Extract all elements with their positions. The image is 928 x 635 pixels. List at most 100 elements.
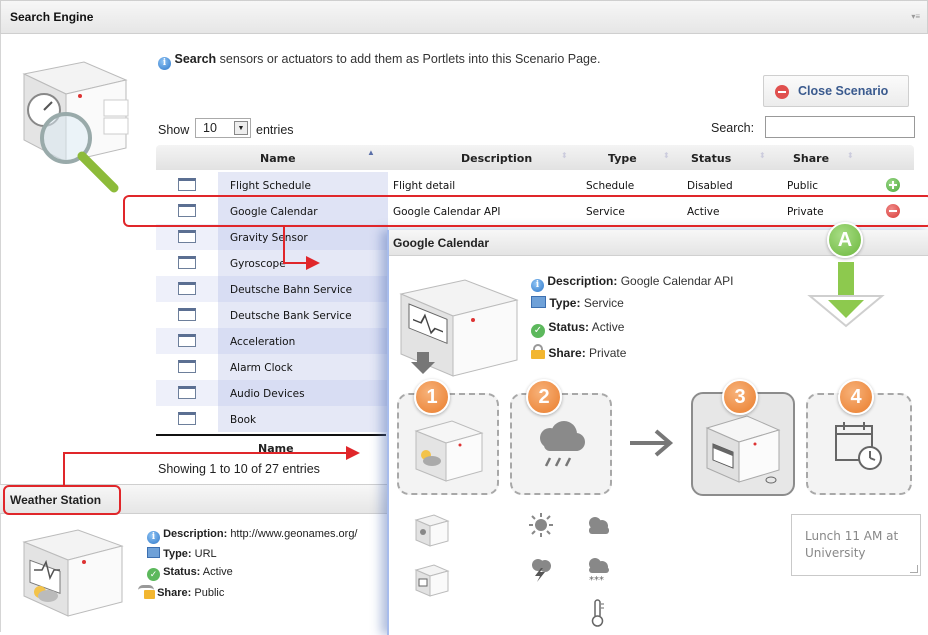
table-row[interactable]: Alarm Clock [156, 354, 388, 380]
detail-description: i Description: Google Calendar API [531, 274, 733, 292]
row-checkbox[interactable] [178, 386, 196, 399]
note-text: Lunch 11 AM at University [805, 529, 899, 560]
type-icon [147, 547, 160, 558]
connector-line [63, 452, 348, 454]
note-textarea[interactable]: Lunch 11 AM at University [791, 514, 921, 576]
ws-status-value: Active [202, 566, 233, 578]
ws-share-label: Share: [157, 587, 192, 599]
column-header-name[interactable]: Name [260, 152, 296, 165]
add-icon[interactable] [886, 178, 900, 192]
row-checkbox[interactable] [178, 256, 196, 269]
arrow-right-icon [306, 256, 320, 270]
table-footer-border [156, 434, 386, 436]
row-status: Disabled [687, 180, 733, 192]
row-checkbox[interactable] [178, 282, 196, 295]
detail-description-label: Description: [547, 274, 618, 288]
row-name: Book [230, 414, 257, 426]
connector-line [283, 226, 285, 264]
row-name: Alarm Clock [230, 362, 293, 374]
selected-row-highlight [123, 195, 928, 227]
info-icon: i [147, 531, 160, 544]
info-icon: i [531, 279, 544, 292]
badge-2: 2 [526, 379, 562, 415]
ws-share: Share: Public [138, 585, 224, 599]
column-header-description[interactable]: Description [461, 152, 532, 165]
arrow-right-icon [630, 429, 674, 457]
row-checkbox[interactable] [178, 178, 196, 191]
close-scenario-button[interactable]: Close Scenario [763, 75, 909, 107]
detail-share: Share: Private [531, 344, 626, 360]
ws-status: ✓ Status: Active [147, 566, 233, 581]
info-icon: i [158, 57, 171, 70]
check-icon: ✓ [531, 324, 545, 338]
table-header: Name ▲ Description ⬍ Type ⬍ Status ⬍ Sha… [156, 145, 914, 170]
badge-4: 4 [838, 379, 874, 415]
sun-icon [529, 513, 553, 537]
entries-select[interactable]: 10 ▼ [195, 118, 251, 138]
column-header-status[interactable]: Status [691, 152, 731, 165]
row-checkbox[interactable] [178, 308, 196, 321]
resize-grip-icon[interactable] [910, 565, 918, 573]
divider [0, 34, 1, 632]
entries-label: entries [256, 123, 294, 137]
column-header-share[interactable]: Share [793, 152, 829, 165]
sort-asc-icon[interactable]: ▲ [367, 148, 375, 157]
speaker-cube-icon [414, 514, 450, 547]
panel-title: Search Engine [10, 10, 94, 24]
intro-rest: sensors or actuators to add them as Port… [216, 52, 601, 66]
row-checkbox[interactable] [178, 334, 196, 347]
ws-share-value: Public [194, 587, 225, 599]
row-name: Acceleration [230, 336, 296, 348]
ws-status-label: Status: [163, 566, 201, 578]
sort-icon[interactable]: ⬍ [759, 151, 766, 160]
panel-menu-icon[interactable]: ▾≡ [911, 12, 920, 21]
ws-description: i Description: http://www.geonames.org/ [147, 528, 358, 544]
close-scenario-label: Close Scenario [798, 84, 889, 98]
ws-description-value: http://www.geonames.org/ [230, 528, 358, 540]
detail-status-label: Status: [548, 320, 590, 334]
row-checkbox[interactable] [178, 360, 196, 373]
table-row[interactable]: Gyroscope [156, 250, 388, 276]
show-label: Show [158, 123, 190, 137]
table-info: Showing 1 to 10 of 27 entries [158, 462, 320, 476]
search-input[interactable] [765, 116, 915, 138]
row-checkbox[interactable] [178, 412, 196, 425]
check-icon: ✓ [147, 568, 160, 581]
row-description: Flight detail [393, 180, 456, 192]
badge-1: 1 [414, 379, 450, 415]
weather-station-highlight [3, 485, 121, 515]
detail-share-value: Private [589, 346, 627, 360]
column-header-type[interactable]: Type [608, 152, 637, 165]
detail-type: Type: Service [531, 296, 624, 310]
detail-type-value: Service [583, 296, 624, 310]
connector-line [63, 453, 65, 487]
sort-icon[interactable]: ⬍ [847, 151, 854, 160]
table-row[interactable]: Deutsche Bank Service [156, 302, 388, 328]
row-name: Deutsche Bahn Service [230, 284, 353, 296]
table-row[interactable]: Acceleration [156, 328, 388, 354]
unlock-icon [138, 585, 155, 599]
arrow-right-icon [346, 446, 360, 460]
detail-status-value: Active [591, 320, 625, 334]
row-name: Gyroscope [230, 258, 286, 270]
table-row[interactable]: Audio Devices [156, 380, 388, 406]
detail-type-label: Type: [549, 296, 581, 310]
table-row[interactable]: Gravity Sensor [156, 224, 388, 250]
row-checkbox[interactable] [178, 230, 196, 243]
sort-icon[interactable]: ⬍ [561, 151, 568, 160]
snow-icon: *** [589, 558, 609, 584]
remove-icon [775, 85, 789, 99]
row-name: Flight Schedule [230, 180, 311, 192]
chevron-down-icon: ▼ [234, 121, 248, 135]
ws-type-value: URL [194, 548, 217, 560]
table-row[interactable]: Book [156, 406, 388, 432]
ws-type: Type: URL [147, 547, 217, 560]
detail-share-label: Share: [548, 346, 586, 360]
cloudy-icon [589, 517, 609, 534]
detail-status: ✓ Status: Active [531, 320, 624, 338]
calendar-small-cube-icon [414, 564, 450, 597]
sort-icon[interactable]: ⬍ [663, 151, 670, 160]
arrow-down-icon [807, 262, 885, 328]
detail-cube [399, 279, 519, 377]
table-row[interactable]: Deutsche Bahn Service [156, 276, 388, 302]
